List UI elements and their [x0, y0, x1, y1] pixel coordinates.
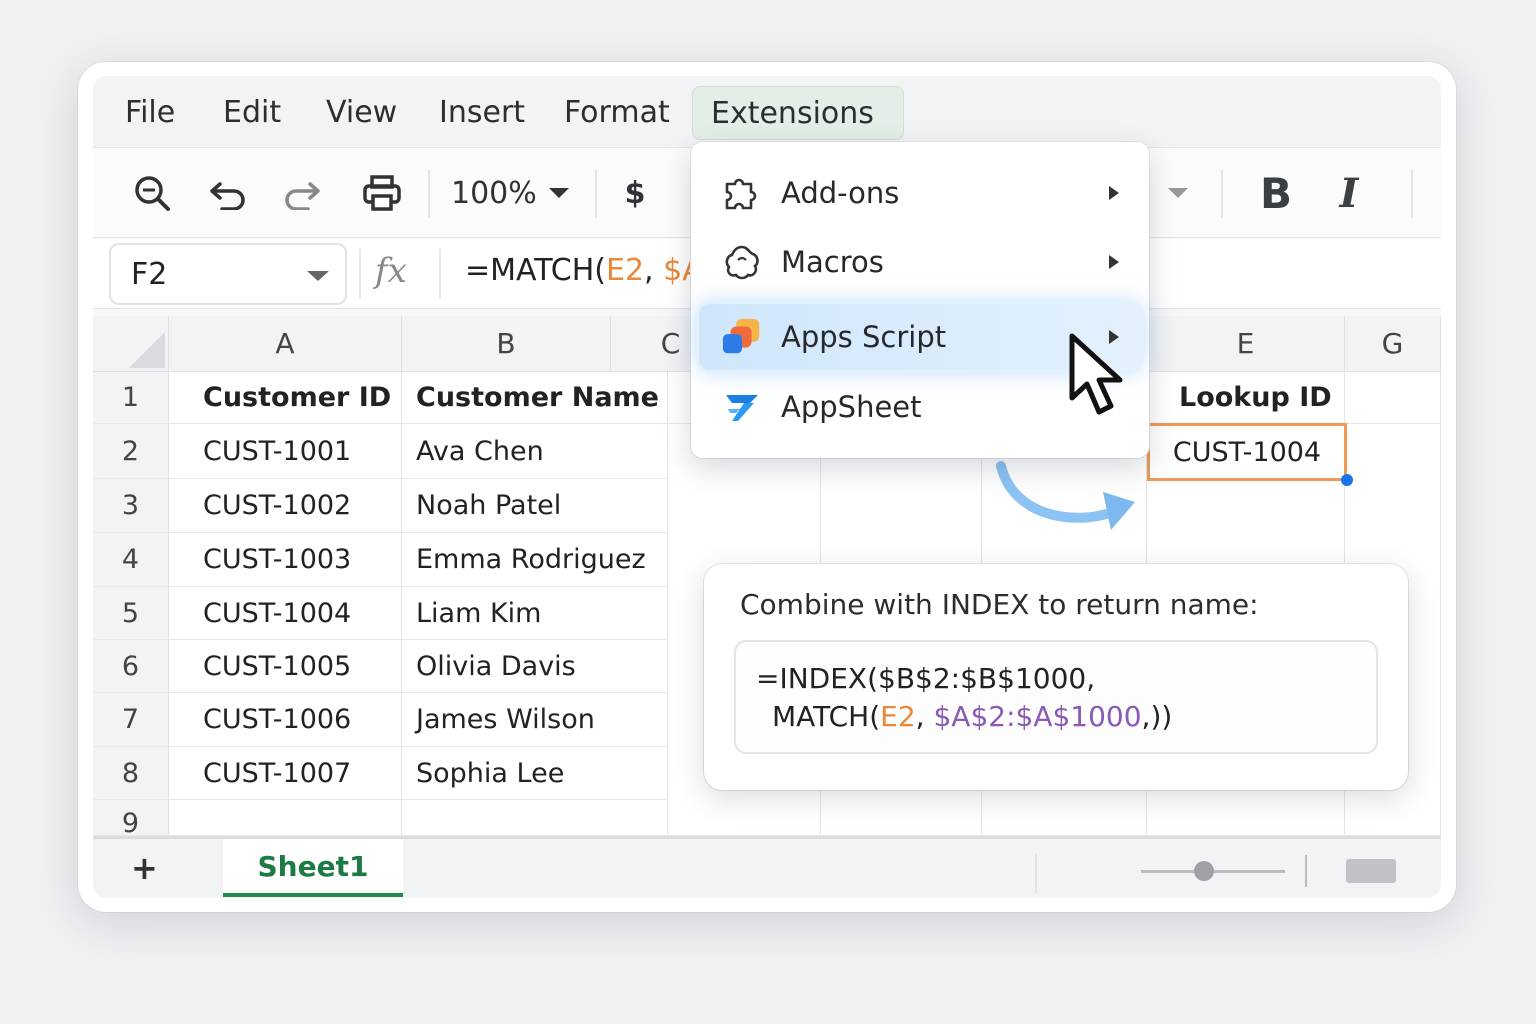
print-icon[interactable] [357, 168, 407, 218]
formula-divider [439, 249, 441, 299]
code-line: =INDEX($B$2:$B$1000, [756, 662, 1096, 695]
row-header[interactable]: 8 [93, 747, 169, 800]
menu-item-label: Add-ons [781, 176, 900, 210]
callout-code-box: =INDEX($B$2:$B$1000, MATCH(E2, $A$2:$A$1… [734, 640, 1378, 754]
zoom-value: 100% [451, 175, 537, 211]
code-text: , [915, 700, 934, 733]
table-cell[interactable]: Emma Rodriguez [402, 533, 668, 587]
menu-item-macros[interactable]: Macros [691, 231, 1149, 293]
menu-item-label: Macros [781, 245, 884, 279]
row-header[interactable]: 9 [93, 800, 169, 839]
zoom-search-icon[interactable] [127, 168, 177, 218]
menu-edit[interactable]: Edit [205, 86, 299, 140]
undo-icon[interactable] [203, 168, 253, 218]
table-cell[interactable]: Ava Chen [402, 424, 668, 479]
column-header[interactable]: A [169, 316, 402, 372]
table-cell[interactable]: James Wilson [402, 693, 668, 747]
fill-handle[interactable] [1341, 474, 1353, 486]
curved-arrow-icon [996, 461, 1135, 530]
code-arg: $A$2:$A$1000 [933, 700, 1142, 733]
toolbar-divider [428, 170, 430, 218]
empty-cell[interactable] [169, 800, 402, 836]
italic-button[interactable]: I [1329, 168, 1369, 218]
add-sheet-button[interactable]: + [131, 849, 158, 887]
fx-icon: fx [375, 251, 407, 291]
table-cell[interactable]: CUST-1007 [169, 747, 402, 800]
table-cell[interactable]: CUST-1004 [169, 587, 402, 640]
menu-item-label: AppSheet [781, 390, 922, 424]
table-cell[interactable]: CUST-1006 [169, 693, 402, 747]
sheet-tab-sheet1[interactable]: Sheet1 [223, 839, 403, 897]
selected-lookup-cell[interactable]: CUST-1004 [1147, 423, 1347, 481]
row-header[interactable]: 5 [93, 587, 169, 640]
formula-divider [359, 249, 361, 299]
table-cell[interactable]: Liam Kim [402, 587, 668, 640]
scrollbar-thumb[interactable] [1346, 859, 1396, 883]
callout-title: Combine with INDEX to return name: [740, 588, 1259, 621]
chevron-down-icon [548, 188, 569, 198]
column-header[interactable]: E [1147, 316, 1345, 372]
menu-view[interactable]: View [308, 86, 415, 140]
chevron-down-icon [307, 271, 329, 281]
appsheet-icon [721, 386, 763, 428]
currency-button[interactable]: $ [615, 168, 655, 218]
macros-icon [721, 241, 763, 283]
formula-text: , [644, 253, 664, 288]
column-header[interactable]: G [1345, 316, 1441, 372]
menu-item-add-ons[interactable]: Add-ons [691, 162, 1149, 224]
menu-insert[interactable]: Insert [421, 86, 543, 140]
row-header[interactable]: 7 [93, 693, 169, 747]
empty-cell[interactable] [402, 800, 668, 836]
table-cell[interactable]: Noah Patel [402, 479, 668, 533]
chevron-down-icon[interactable] [1163, 168, 1193, 218]
zoom-select[interactable]: 100% [451, 168, 581, 218]
table-cell[interactable]: CUST-1001 [169, 424, 402, 479]
menu-item-label: Apps Script [781, 320, 947, 354]
row-header[interactable]: 3 [93, 479, 169, 533]
cell-reference: F2 [131, 257, 168, 292]
column-header[interactable]: B [402, 316, 611, 372]
mouse-cursor-icon [1069, 333, 1123, 415]
menu-extensions[interactable]: Extensions [692, 86, 904, 140]
name-box[interactable]: F2 [109, 243, 347, 305]
sheet-tabs-bar: + Sheet1 [93, 836, 1441, 898]
formula-text: =MATCH( [465, 253, 606, 288]
table-cell[interactable]: CUST-1003 [169, 533, 402, 587]
menu-format[interactable]: Format [546, 86, 688, 140]
row-header[interactable]: 1 [93, 372, 169, 424]
row-header[interactable]: 2 [93, 424, 169, 479]
formula-tip-callout: Combine with INDEX to return name: =INDE… [704, 564, 1408, 790]
redo-icon[interactable] [277, 168, 327, 218]
code-line: MATCH(E2, $A$2:$A$1000,)) [772, 700, 1172, 733]
bold-button[interactable]: B [1253, 168, 1299, 218]
table-cell[interactable]: Sophia Lee [402, 747, 668, 800]
submenu-arrow-icon [1109, 255, 1119, 269]
header-cell[interactable]: Customer Name [402, 372, 668, 424]
menu-file[interactable]: File [107, 86, 193, 140]
table-cell[interactable]: CUST-1005 [169, 640, 402, 693]
toolbar-divider [1221, 170, 1223, 218]
tabs-divider [1035, 853, 1037, 893]
select-all-corner[interactable] [93, 316, 169, 372]
toolbar-divider [595, 170, 597, 218]
row-header[interactable]: 4 [93, 533, 169, 587]
code-text: ,)) [1141, 700, 1173, 733]
row-header[interactable]: 6 [93, 640, 169, 693]
apps-script-icon [721, 316, 763, 358]
zoom-slider-thumb[interactable] [1194, 861, 1214, 881]
header-cell[interactable]: Customer ID [169, 372, 402, 424]
formula-arg: E2 [606, 253, 645, 288]
menu-bar: File Edit View Insert Format Extensions [93, 76, 1441, 148]
toolbar-divider [1411, 170, 1413, 218]
header-cell[interactable]: Lookup ID [1147, 372, 1345, 424]
puzzle-icon [721, 172, 763, 214]
formula-input[interactable]: =MATCH(E2, $A [465, 253, 703, 288]
empty-cell[interactable] [1345, 372, 1441, 424]
table-cell[interactable]: Olivia Davis [402, 640, 668, 693]
code-text: MATCH( [772, 700, 881, 733]
tabs-divider [1305, 855, 1307, 887]
submenu-arrow-icon [1109, 186, 1119, 200]
table-cell[interactable]: CUST-1002 [169, 479, 402, 533]
code-arg: E2 [880, 700, 916, 733]
